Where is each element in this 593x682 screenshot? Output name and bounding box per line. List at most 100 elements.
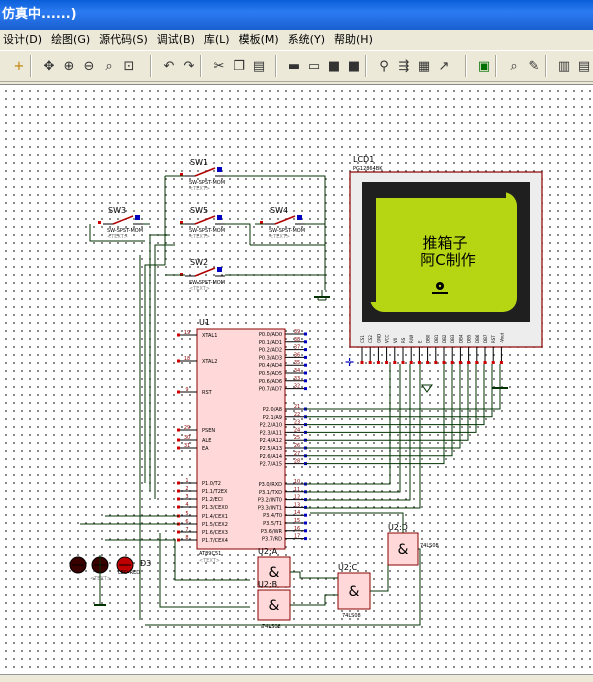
mcu-pin-name-39: P0.0/AD0	[259, 332, 282, 338]
mcu-pin-num-23: 23	[294, 420, 300, 426]
mcu-name: U1	[199, 318, 210, 327]
lcd-pin-label-13: DB5	[467, 334, 472, 343]
toolbar: + ✥ ⊕ ⊖ ⌕ ⊡ ↶ ↷ ✂ ❐ ▤ ▬ ▭ ■ ■ ⚲ ⇶ ▦ ↗ ▣ ⌕ ✎ ▥ ▤	[0, 50, 593, 82]
switch-button-marker[interactable]	[217, 167, 222, 172]
zoom-out-icon[interactable]: ⊖	[80, 57, 98, 75]
mcu-pin-num-16: 16	[294, 526, 300, 532]
mcu-pin-name-6: P1.5/CEX2	[202, 522, 228, 528]
mcu-pin-name-26: P2.5/A13	[260, 446, 282, 452]
schematic-canvas[interactable]: SW1 SW-SPST-MOM <TEXT> SW3 SW-SPST-MOM <TEXT>…	[0, 84, 593, 675]
search-icon[interactable]: ⌕	[505, 57, 523, 75]
zoom-in-icon[interactable]: ⊕	[60, 57, 78, 75]
lcd-screen-topbar	[370, 192, 506, 198]
copy-icon[interactable]: ❐	[230, 57, 248, 75]
block-delete-icon[interactable]: ■	[345, 57, 363, 75]
mcu-pin-num-10: 10	[294, 479, 300, 485]
menu-item-2[interactable]: 源代码(S)	[96, 30, 154, 50]
gate-name-3: U2:D	[388, 523, 408, 532]
pin-marker	[98, 221, 101, 224]
zoom-all-icon[interactable]: ⌕	[100, 57, 118, 75]
mcu-pin-num-36: 36	[294, 352, 300, 358]
gate-name-2: U2:C	[338, 563, 358, 572]
switch-button-marker[interactable]	[217, 215, 222, 220]
paste-icon[interactable]: ▤	[250, 57, 268, 75]
menu-item-3[interactable]: 调试(B)	[154, 30, 201, 50]
block-move-icon[interactable]: ▭	[305, 57, 323, 75]
undo-icon[interactable]: ↶	[160, 57, 178, 75]
lcd-pin-label-16: RST	[491, 335, 496, 343]
mcu-pin-num-25: 25	[294, 435, 300, 441]
mcu-pin-num-7: 7	[185, 527, 188, 533]
pin-marker	[304, 348, 307, 352]
mcu-pin-name-21: P2.0/A8	[263, 407, 282, 413]
zoom-area-icon[interactable]: ⊡	[120, 57, 138, 75]
mcu-pin-num-29: 29	[184, 425, 190, 431]
cut-icon[interactable]: ✂	[210, 57, 228, 75]
decompose-icon[interactable]: ↗	[435, 57, 453, 75]
lcd-pin-label-2: GND	[376, 334, 381, 343]
text-placeholder: <TEXT>	[189, 186, 210, 192]
wire	[290, 571, 338, 579]
mcu-pin-num-15: 15	[294, 518, 300, 524]
menu-item-1[interactable]: 绘图(G)	[48, 30, 96, 50]
pin-marker	[458, 361, 462, 364]
mcu-pin-name-24: P2.3/A11	[260, 430, 282, 436]
block-copy-icon[interactable]: ▬	[285, 57, 303, 75]
menu-item-4[interactable]: 库(L)	[201, 30, 236, 50]
lcd-name: LCD1	[353, 155, 374, 164]
property-tool-icon[interactable]: ✎	[525, 57, 543, 75]
redo-icon[interactable]: ↷	[180, 57, 198, 75]
mcu-pin-num-33: 33	[294, 376, 300, 382]
mcu-pin-name-28: P2.7/A15	[260, 462, 282, 468]
lcd-pin-label-6: R/W	[409, 335, 414, 343]
switch-label-sw2: SW2	[190, 258, 208, 267]
mcu-pin-name-35: P0.4/AD4	[259, 363, 282, 369]
netlist-icon[interactable]: ▥	[555, 57, 573, 75]
switch-button-marker[interactable]	[217, 267, 222, 272]
mcu-pin-num-28: 28	[294, 459, 300, 465]
p2-to-lcd-6	[305, 364, 453, 457]
toolbar-separator	[545, 55, 547, 77]
mcu-pin-num-39: 39	[294, 329, 300, 335]
mcu-pin-num-35: 35	[294, 360, 300, 366]
mcu-pin-num-19: 19	[184, 330, 190, 336]
bom-icon[interactable]: ▤	[575, 57, 593, 75]
mcu-pin-name-23: P2.2/A10	[260, 423, 282, 429]
menu-bar: 设计(D) 绘图(G) 源代码(S) 调试(B) 库(L) 模板(M) 系统(Y) 帮助(H)	[0, 30, 593, 50]
lcd-player-sprite	[438, 284, 442, 288]
plus-icon[interactable]: +	[10, 57, 28, 75]
lcd-pin-label-11: DB3	[450, 334, 455, 343]
block-rotate-icon[interactable]: ■	[325, 57, 343, 75]
mcu-pin-num-31: 31	[184, 443, 190, 449]
switch-button-marker[interactable]	[297, 215, 302, 220]
wire-autorouter-icon[interactable]: ▣	[475, 57, 493, 75]
pin-marker	[417, 361, 421, 364]
pin-marker	[434, 361, 438, 364]
text-placeholder: <TEXT>	[199, 558, 220, 564]
led-name: D3	[140, 559, 151, 568]
menu-item-0[interactable]: 设计(D)	[0, 30, 48, 50]
mcu-pin-name-11: P3.1/TXD	[259, 490, 282, 496]
pick-device-icon[interactable]: ⚲	[375, 57, 393, 75]
mcu-pin-name-9: RST	[202, 390, 213, 396]
mcu-pin-name-33: P0.6/AD6	[259, 379, 282, 385]
menu-item-6[interactable]: 系统(Y)	[285, 30, 331, 50]
pin-marker	[376, 361, 380, 364]
package-icon[interactable]: ▦	[415, 57, 433, 75]
menu-item-5[interactable]: 模板(M)	[236, 30, 285, 50]
mcu-pin-name-31: EA	[202, 446, 209, 452]
switch-button-marker[interactable]	[135, 215, 140, 220]
pin-marker	[177, 333, 180, 337]
pin-marker	[177, 538, 180, 542]
pin-marker	[475, 361, 479, 364]
make-device-icon[interactable]: ⇶	[395, 57, 413, 75]
switch-contact	[194, 167, 216, 177]
mcu-pin-num-6: 6	[185, 519, 188, 525]
gate-name-1: U2:B	[258, 580, 277, 589]
gate-symbol-1: &	[269, 598, 280, 614]
mcu-pin-name-18: XTAL2	[202, 359, 217, 365]
schematic-drawing[interactable]: SW1SW-SPST-MOM<TEXT>SW3SW-SPST-MOM<TEXT>…	[0, 85, 593, 675]
menu-item-7[interactable]: 帮助(H)	[331, 30, 379, 50]
move-icon[interactable]: ✥	[40, 57, 58, 75]
pin-marker	[304, 340, 307, 344]
